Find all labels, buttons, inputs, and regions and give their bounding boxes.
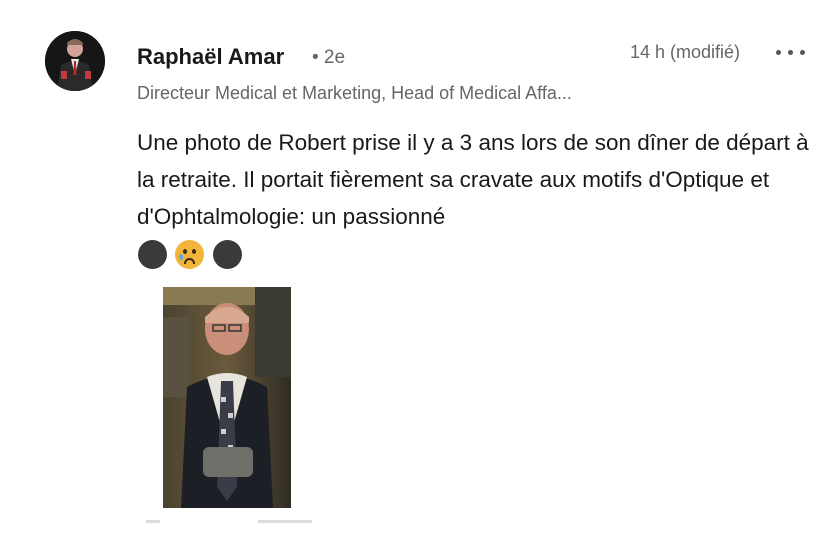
image-caption-strip [146,514,316,524]
author-headline: Directeur Medical et Marketing, Head of … [137,83,572,103]
author-name[interactable]: Raphaël Amar [137,44,284,70]
post-timestamp: 14 h (modifié) [630,42,741,62]
emoji-mouth [184,258,195,264]
post-image[interactable] [163,287,291,508]
ellipsis-dot [788,50,793,55]
emoji-eye [183,249,187,254]
black-circle-emoji [138,240,167,269]
crying-face-emoji [175,240,204,269]
post-body-text: Une photo de Robert prise il y a 3 ans l… [137,130,809,229]
avatar-photo [45,31,105,91]
black-circle-emoji [213,240,242,269]
ellipsis-horizontal-icon [776,50,781,55]
emoji-eye [192,249,196,254]
ellipsis-dot [800,50,805,55]
post-photo [163,287,291,508]
author-avatar[interactable] [45,31,105,91]
feed-post: Raphaël Amar • 2e 14 h (modifié) Directe… [0,0,837,544]
caption-faint-marks [146,520,312,523]
connection-degree: • 2e [312,47,346,68]
emoji-tear [179,254,183,260]
more-options-button[interactable] [772,40,810,64]
